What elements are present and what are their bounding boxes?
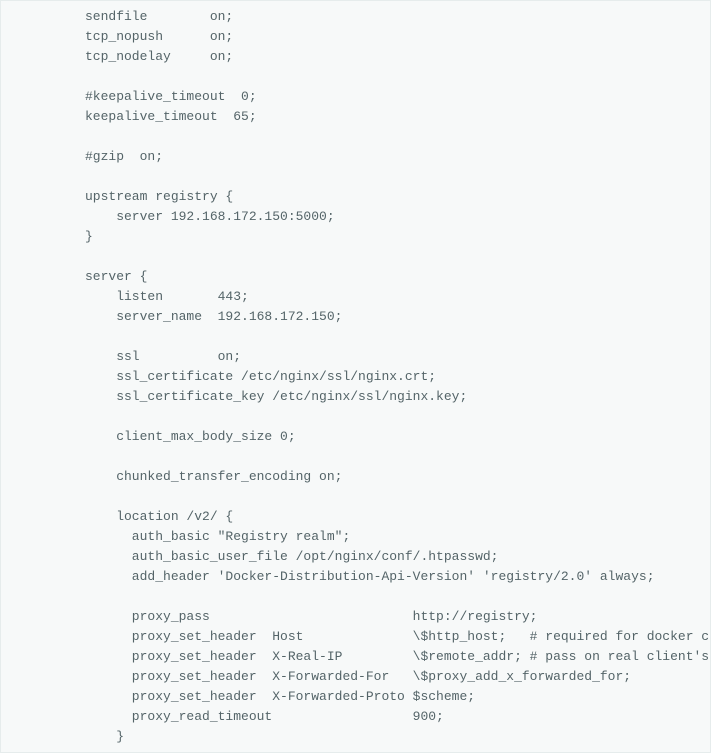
nginx-config-code[interactable]: sendfile on; tcp_nopush on; tcp_nodelay …: [1, 7, 710, 747]
code-block-container: sendfile on; tcp_nopush on; tcp_nodelay …: [0, 0, 711, 753]
